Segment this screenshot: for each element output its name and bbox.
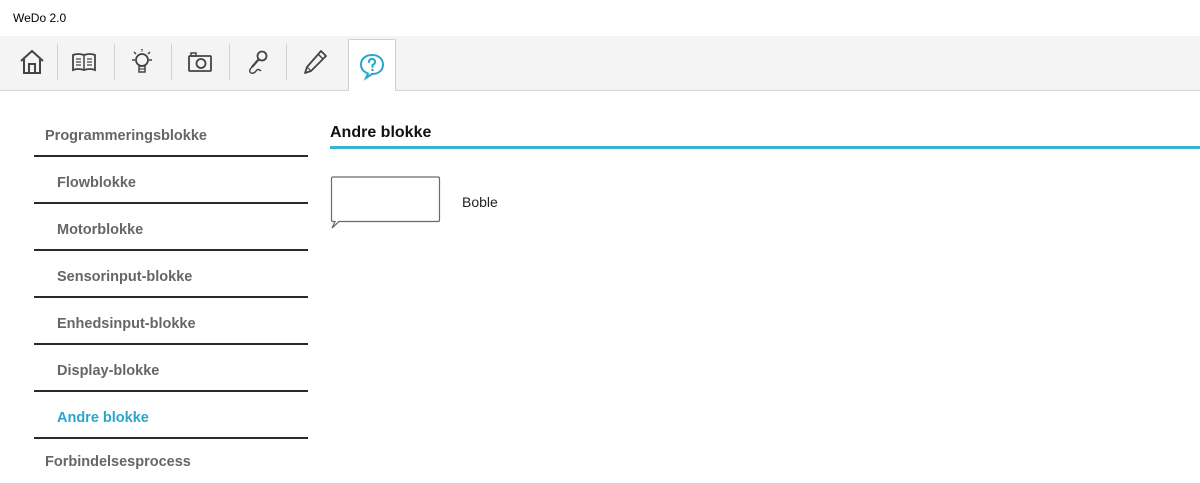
sidebar-item-label: Display-blokke	[57, 363, 160, 379]
camera-icon	[188, 52, 212, 72]
pencil-button[interactable]	[295, 42, 335, 82]
lightbulb-icon	[132, 49, 152, 73]
camera-button[interactable]	[180, 42, 220, 82]
bubble-block[interactable]	[330, 176, 441, 229]
home-icon	[20, 49, 44, 74]
sidebar-item-flowblokke[interactable]: Flowblokke	[34, 157, 308, 204]
sidebar-item-label: Motorblokke	[57, 222, 144, 238]
toolbar-divider	[57, 44, 58, 80]
sidebar-item-sensorinput-blokke[interactable]: Sensorinput-blokke	[34, 251, 308, 298]
sidebar-item-motorblokke[interactable]: Motorblokke	[34, 204, 308, 251]
sidebar-item-forbindelsesprocess[interactable]: Forbindelsesprocess	[34, 436, 308, 483]
microphone-button[interactable]	[237, 42, 277, 82]
speech-bubble-icon	[330, 176, 441, 229]
help-icon	[359, 53, 385, 81]
sidebar-item-enhedsinput-blokke[interactable]: Enhedsinput-blokke	[34, 298, 308, 345]
sidebar-item-label: Forbindelsesprocess	[45, 454, 191, 470]
toolbar-divider	[171, 44, 172, 80]
book-icon	[72, 53, 96, 72]
toolbar-divider	[286, 44, 287, 80]
title-bar: WeDo 2.0	[0, 0, 1200, 36]
home-button[interactable]	[12, 42, 52, 82]
sidebar-item-andre-blokke[interactable]: Andre blokke	[34, 392, 308, 439]
sidebar-item-label: Sensorinput-blokke	[57, 269, 193, 285]
ideas-button[interactable]	[122, 42, 162, 82]
microphone-icon	[249, 50, 268, 74]
section-title: Andre blokke	[330, 124, 432, 141]
sidebar-item-label: Andre blokke	[57, 410, 149, 426]
help-button[interactable]	[348, 39, 396, 91]
book-button[interactable]	[64, 42, 104, 82]
section-divider	[330, 146, 1200, 149]
toolbar	[0, 36, 1200, 91]
sidebar-item-label: Enhedsinput-blokke	[57, 316, 196, 332]
toolbar-divider	[114, 44, 115, 80]
sidebar-item-label: Flowblokke	[57, 175, 136, 191]
pencil-icon	[304, 50, 327, 74]
block-label: Boble	[462, 194, 498, 210]
sidebar-item-programmeringsblokke[interactable]: Programmeringsblokke	[34, 110, 308, 157]
sidebar-item-label: Programmeringsblokke	[45, 128, 207, 144]
app-title: WeDo 2.0	[13, 11, 67, 25]
toolbar-divider	[229, 44, 230, 80]
sidebar-item-display-blokke[interactable]: Display-blokke	[34, 345, 308, 392]
